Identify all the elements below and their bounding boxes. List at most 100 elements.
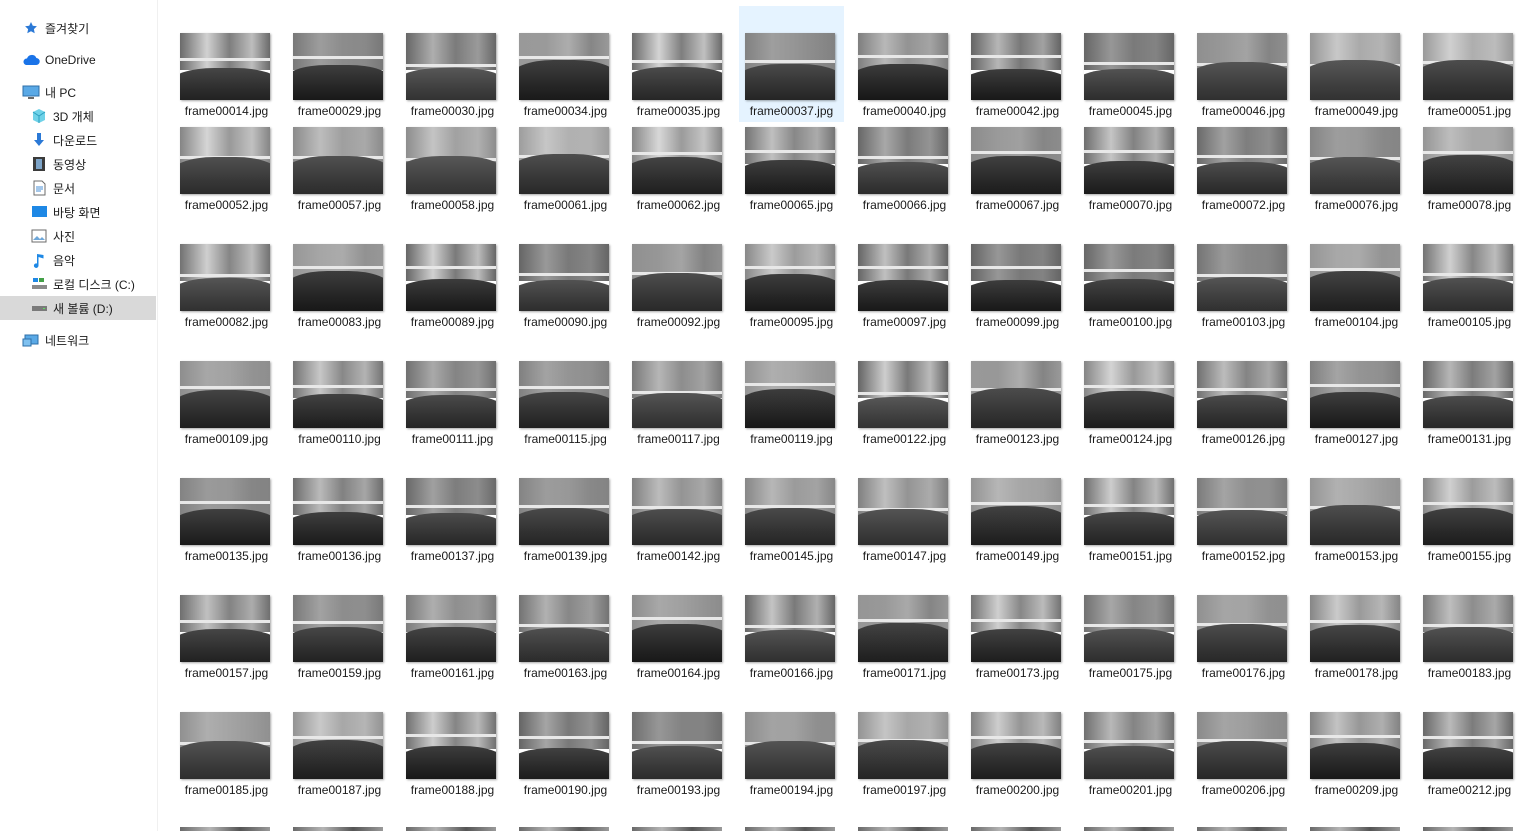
file-tile[interactable]: frame00058.jpg: [393, 101, 499, 218]
file-tile[interactable]: frame00117.jpg: [619, 335, 725, 452]
file-tile[interactable]: frame00104.jpg: [1297, 218, 1403, 335]
file-tile[interactable]: frame00152.jpg: [1184, 452, 1290, 569]
file-tile[interactable]: frame00178.jpg: [1297, 569, 1403, 686]
file-tile[interactable]: frame00062.jpg: [619, 101, 725, 218]
thumbnail-image: [858, 244, 948, 311]
file-tile[interactable]: frame00099.jpg: [958, 218, 1064, 335]
file-tile[interactable]: frame00115.jpg: [506, 335, 612, 452]
file-name-label: frame00076.jpg: [1314, 198, 1399, 212]
thumbnail-image: [406, 361, 496, 428]
file-tile[interactable]: frame00147.jpg: [845, 452, 951, 569]
file-tile[interactable]: frame00052.jpg: [167, 101, 273, 218]
file-tile[interactable]: frame00163.jpg: [506, 569, 612, 686]
file-tile[interactable]: frame00175.jpg: [1071, 569, 1177, 686]
file-tile[interactable]: frame00159.jpg: [280, 569, 386, 686]
file-tile[interactable]: frame00157.jpg: [167, 569, 273, 686]
file-tile[interactable]: frame00119.jpg: [732, 335, 838, 452]
sidebar-item[interactable]: 새 볼륨 (D:): [0, 296, 156, 320]
file-tile[interactable]: frame00126.jpg: [1184, 335, 1290, 452]
file-tile[interactable]: frame00188.jpg: [393, 686, 499, 803]
sidebar-item[interactable]: 다운로드: [0, 128, 156, 152]
file-tile[interactable]: frame00090.jpg: [506, 218, 612, 335]
file-tile[interactable]: frame00082.jpg: [167, 218, 273, 335]
file-tile[interactable]: frame00153.jpg: [1297, 452, 1403, 569]
file-tile[interactable]: frame00067.jpg: [958, 101, 1064, 218]
file-tile[interactable]: frame00151.jpg: [1071, 452, 1177, 569]
sidebar-item[interactable]: 3D 개체: [0, 104, 156, 128]
file-tile[interactable]: frame00173.jpg: [958, 569, 1064, 686]
file-tile[interactable]: frame00110.jpg: [280, 335, 386, 452]
file-tile[interactable]: frame00139.jpg: [506, 452, 612, 569]
sidebar-item[interactable]: 로컬 디스크 (C:): [0, 272, 156, 296]
sidebar-item[interactable]: 내 PC: [0, 80, 156, 104]
file-tile[interactable]: frame00197.jpg: [845, 686, 951, 803]
sidebar-item[interactable]: 동영상: [0, 152, 156, 176]
file-name-label: frame00117.jpg: [637, 432, 720, 446]
file-tile[interactable]: frame00061.jpg: [506, 101, 612, 218]
file-tile[interactable]: frame00176.jpg: [1184, 569, 1290, 686]
file-tile[interactable]: frame00076.jpg: [1297, 101, 1403, 218]
file-name-label: frame00092.jpg: [636, 315, 721, 329]
sidebar-item[interactable]: 바탕 화면: [0, 200, 156, 224]
file-tile[interactable]: frame00161.jpg: [393, 569, 499, 686]
file-tile[interactable]: frame00078.jpg: [1410, 101, 1516, 218]
file-tile[interactable]: frame00135.jpg: [167, 452, 273, 569]
file-tile[interactable]: frame00066.jpg: [845, 101, 951, 218]
thumbnail-image: [1310, 361, 1400, 428]
file-tile[interactable]: frame00212.jpg: [1410, 686, 1516, 803]
file-tile[interactable]: frame00092.jpg: [619, 218, 725, 335]
file-tile[interactable]: frame00065.jpg: [732, 101, 838, 218]
file-tile[interactable]: frame00057.jpg: [280, 101, 386, 218]
sidebar-item[interactable]: 음악: [0, 248, 156, 272]
file-tile[interactable]: frame00200.jpg: [958, 686, 1064, 803]
file-tile[interactable]: frame00127.jpg: [1297, 335, 1403, 452]
thumbnail-image: [406, 244, 496, 311]
file-tile[interactable]: frame00155.jpg: [1410, 452, 1516, 569]
file-tile[interactable]: frame00164.jpg: [619, 569, 725, 686]
sidebar-item[interactable]: OneDrive: [0, 48, 156, 72]
file-tile[interactable]: frame00097.jpg: [845, 218, 951, 335]
file-tile[interactable]: frame00171.jpg: [845, 569, 951, 686]
file-tile[interactable]: frame00142.jpg: [619, 452, 725, 569]
file-tile[interactable]: frame00145.jpg: [732, 452, 838, 569]
file-tile[interactable]: frame00190.jpg: [506, 686, 612, 803]
file-name-label: frame00166.jpg: [749, 666, 834, 680]
file-tile[interactable]: frame00131.jpg: [1410, 335, 1516, 452]
sidebar-item[interactable]: 네트워크: [0, 328, 156, 352]
file-tile[interactable]: frame00122.jpg: [845, 335, 951, 452]
file-tile[interactable]: frame00089.jpg: [393, 218, 499, 335]
file-tile[interactable]: frame00109.jpg: [167, 335, 273, 452]
file-tile[interactable]: frame00123.jpg: [958, 335, 1064, 452]
sidebar-item[interactable]: 즐겨찾기: [0, 16, 156, 40]
file-tile[interactable]: frame00185.jpg: [167, 686, 273, 803]
file-tile[interactable]: frame00166.jpg: [732, 569, 838, 686]
file-tile[interactable]: frame00083.jpg: [280, 218, 386, 335]
file-tile[interactable]: frame00095.jpg: [732, 218, 838, 335]
file-tile[interactable]: frame00103.jpg: [1184, 218, 1290, 335]
sidebar-item[interactable]: 사진: [0, 224, 156, 248]
file-name-label: frame00200.jpg: [975, 783, 1060, 797]
file-tile[interactable]: frame00149.jpg: [958, 452, 1064, 569]
file-tile[interactable]: frame00183.jpg: [1410, 569, 1516, 686]
file-tile[interactable]: frame00201.jpg: [1071, 686, 1177, 803]
sidebar-item-label: OneDrive: [45, 53, 96, 67]
file-tile[interactable]: frame00137.jpg: [393, 452, 499, 569]
file-tile[interactable]: frame00136.jpg: [280, 452, 386, 569]
file-tile[interactable]: frame00193.jpg: [619, 686, 725, 803]
thumbnail-image: [519, 827, 609, 831]
file-tile[interactable]: frame00209.jpg: [1297, 686, 1403, 803]
thumbnail-image: [293, 712, 383, 779]
file-tile[interactable]: frame00105.jpg: [1410, 218, 1516, 335]
file-tile[interactable]: frame00100.jpg: [1071, 218, 1177, 335]
thumbnail-image: [1197, 361, 1287, 428]
file-tile[interactable]: frame00194.jpg: [732, 686, 838, 803]
thumbnail-image: [632, 127, 722, 194]
file-tile[interactable]: frame00072.jpg: [1184, 101, 1290, 218]
file-name-label: frame00137.jpg: [410, 549, 495, 563]
file-tile[interactable]: frame00206.jpg: [1184, 686, 1290, 803]
sidebar-item[interactable]: 문서: [0, 176, 156, 200]
file-tile[interactable]: frame00070.jpg: [1071, 101, 1177, 218]
file-tile[interactable]: frame00124.jpg: [1071, 335, 1177, 452]
file-tile[interactable]: frame00111.jpg: [393, 335, 499, 452]
file-tile[interactable]: frame00187.jpg: [280, 686, 386, 803]
